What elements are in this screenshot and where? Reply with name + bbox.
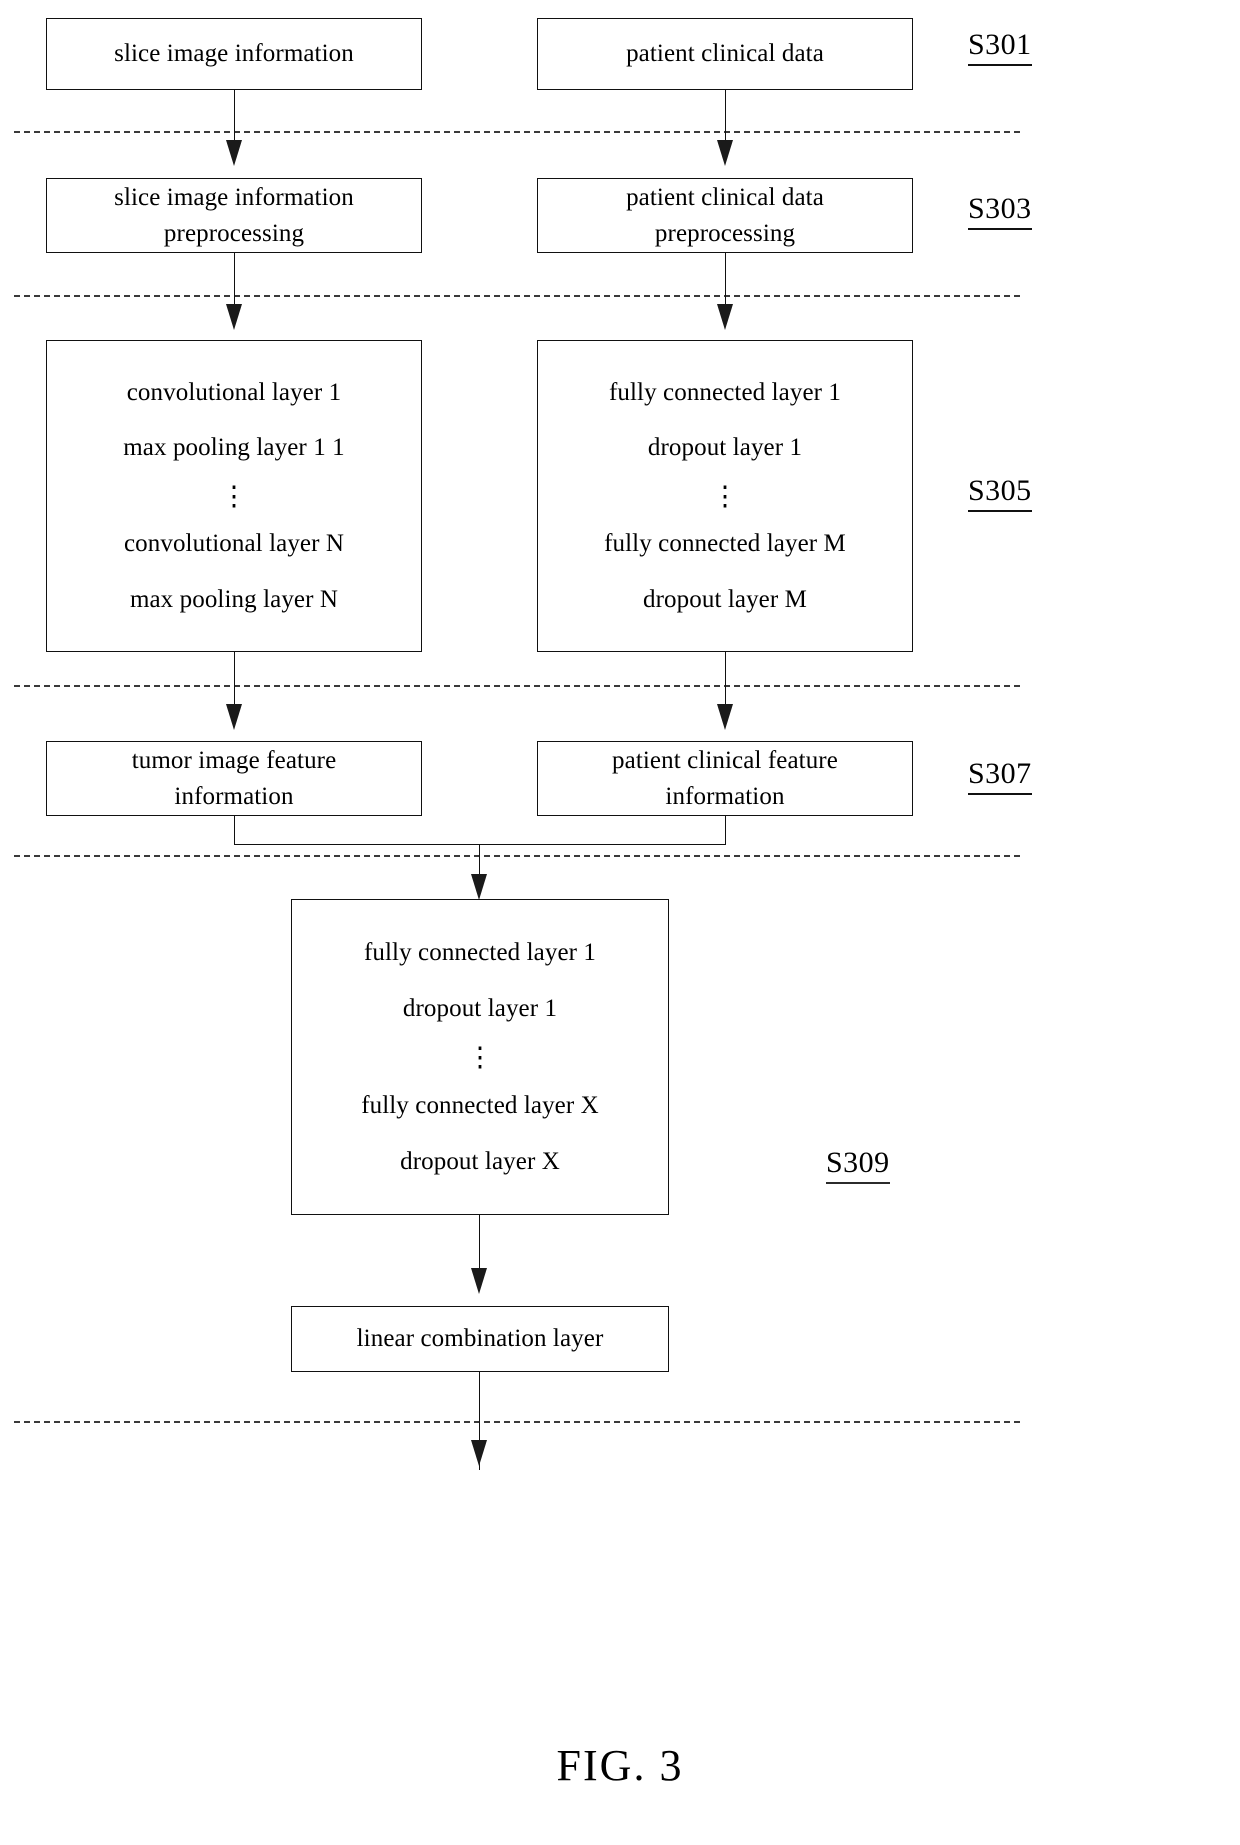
box-patient-clinical-preprocessing-line-2: preprocessing bbox=[654, 219, 796, 247]
step-label-s301-text: S301 bbox=[968, 28, 1032, 66]
arrowhead-fc-to-clinical-feature bbox=[717, 704, 733, 730]
box-patient-clinical-data-line-1: patient clinical data bbox=[626, 40, 824, 68]
step-label-s309-text: S309 bbox=[826, 1146, 890, 1184]
arrowhead-fusion-to-linear-combination bbox=[471, 1268, 487, 1294]
box-fusion-layer-stack[interactable]: fully connected layer 1 dropout layer 1 … bbox=[291, 899, 669, 1215]
arrowhead-preprocessing-to-fc bbox=[717, 304, 733, 330]
stage-separator-3 bbox=[14, 685, 1020, 687]
flowchart-figure: slice image information patient clinical… bbox=[0, 0, 1240, 1845]
merge-stub-right bbox=[725, 816, 726, 844]
box-tumor-image-feature-information-line-2: information bbox=[174, 782, 294, 810]
box-cnn-layer-stack-line-4: max pooling layer N bbox=[129, 585, 339, 613]
stage-separator-5 bbox=[14, 1421, 1020, 1423]
box-fusion-layer-stack-ellipsis: ⋮ bbox=[466, 1041, 494, 1072]
step-label-s307: S307 bbox=[968, 757, 1032, 795]
box-cnn-layer-stack-line-2: max pooling layer 1 1 bbox=[123, 434, 345, 462]
box-fc-layer-stack-ellipsis: ⋮ bbox=[711, 480, 739, 511]
step-label-s307-text: S307 bbox=[968, 757, 1032, 795]
box-tumor-image-feature-information-line-1: tumor image feature bbox=[131, 747, 337, 774]
figure-caption-text: FIG. 3 bbox=[556, 1741, 684, 1790]
box-fusion-layer-stack-line-2: dropout layer 1 bbox=[402, 994, 558, 1022]
box-slice-image-preprocessing-line-2: preprocessing bbox=[163, 219, 305, 247]
step-label-s303: S303 bbox=[968, 192, 1032, 230]
box-slice-image-preprocessing-line-1: slice image information bbox=[114, 184, 354, 211]
figure-caption: FIG. 3 bbox=[0, 1740, 1240, 1791]
arrowhead-clinical-to-preprocessing bbox=[717, 140, 733, 166]
arrowhead-slice-to-preprocessing bbox=[226, 140, 242, 166]
box-fc-layer-stack-line-1: fully connected layer 1 bbox=[608, 378, 842, 406]
step-label-s301: S301 bbox=[968, 28, 1032, 66]
step-label-s305-text: S305 bbox=[968, 474, 1032, 512]
arrowhead-cnn-to-tumor-feature bbox=[226, 704, 242, 730]
step-label-s305: S305 bbox=[968, 474, 1032, 512]
box-fusion-layer-stack-line-3: fully connected layer X bbox=[361, 1091, 599, 1119]
box-slice-image-preprocessing[interactable]: slice image information preprocessing bbox=[46, 178, 422, 253]
stage-separator-4 bbox=[14, 855, 1020, 857]
box-cnn-layer-stack[interactable]: convolutional layer 1 max pooling layer … bbox=[46, 340, 422, 652]
step-label-s309: S309 bbox=[826, 1146, 890, 1184]
box-fc-layer-stack-line-3: fully connected layer M bbox=[604, 530, 846, 558]
merge-bus bbox=[234, 844, 726, 845]
box-cnn-layer-stack-line-3: convolutional layer N bbox=[123, 530, 345, 558]
box-patient-clinical-preprocessing[interactable]: patient clinical data preprocessing bbox=[537, 178, 913, 253]
step-label-s303-text: S303 bbox=[968, 192, 1032, 230]
box-slice-image-information-line-1: slice image information bbox=[114, 40, 354, 68]
box-fc-layer-stack[interactable]: fully connected layer 1 dropout layer 1 … bbox=[537, 340, 913, 652]
arrowhead-preprocessing-to-cnn bbox=[226, 304, 242, 330]
box-fusion-layer-stack-line-1: fully connected layer 1 bbox=[363, 938, 597, 966]
box-patient-clinical-feature-information[interactable]: patient clinical feature information bbox=[537, 741, 913, 816]
arrowhead-linear-combination-output bbox=[471, 1440, 487, 1466]
box-cnn-layer-stack-line-1: convolutional layer 1 bbox=[126, 378, 342, 406]
stage-separator-2 bbox=[14, 295, 1020, 297]
box-patient-clinical-preprocessing-line-1: patient clinical data bbox=[626, 184, 824, 211]
box-fusion-layer-stack-line-4: dropout layer X bbox=[400, 1147, 560, 1175]
box-fc-layer-stack-line-2: dropout layer 1 bbox=[647, 434, 803, 462]
box-linear-combination-layer-line-1: linear combination layer bbox=[356, 1325, 604, 1353]
box-patient-clinical-data[interactable]: patient clinical data bbox=[537, 18, 913, 90]
box-linear-combination-layer[interactable]: linear combination layer bbox=[291, 1306, 669, 1372]
box-patient-clinical-feature-information-line-1: patient clinical feature bbox=[612, 747, 838, 774]
box-tumor-image-feature-information[interactable]: tumor image feature information bbox=[46, 741, 422, 816]
box-fc-layer-stack-line-4: dropout layer M bbox=[643, 585, 807, 613]
box-patient-clinical-feature-information-line-2: information bbox=[665, 782, 785, 810]
box-slice-image-information[interactable]: slice image information bbox=[46, 18, 422, 90]
box-cnn-layer-stack-ellipsis: ⋮ bbox=[220, 480, 248, 511]
merge-stub-left bbox=[234, 816, 235, 844]
arrowhead-merge-to-fusion bbox=[471, 874, 487, 900]
stage-separator-1 bbox=[14, 131, 1020, 133]
